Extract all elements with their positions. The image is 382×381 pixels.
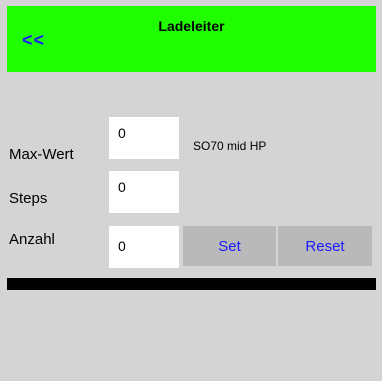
divider-bar <box>7 278 376 290</box>
page-title: Ladeleiter <box>158 18 225 34</box>
max-wert-input[interactable]: 0 <box>109 117 179 159</box>
max-wert-label: Max-Wert <box>9 146 74 163</box>
steps-input[interactable]: 0 <box>109 171 179 213</box>
set-button[interactable]: Set <box>183 226 276 266</box>
anzahl-input[interactable]: 0 <box>109 226 179 268</box>
reset-button[interactable]: Reset <box>278 226 372 266</box>
app-frame: << Ladeleiter Max-Wert 0 SO70 mid HP Ste… <box>0 0 382 381</box>
steps-label: Steps <box>9 190 48 207</box>
title-bar: << Ladeleiter <box>7 6 376 72</box>
device-note: SO70 mid HP <box>193 139 267 153</box>
anzahl-label: Anzahl <box>9 231 55 248</box>
